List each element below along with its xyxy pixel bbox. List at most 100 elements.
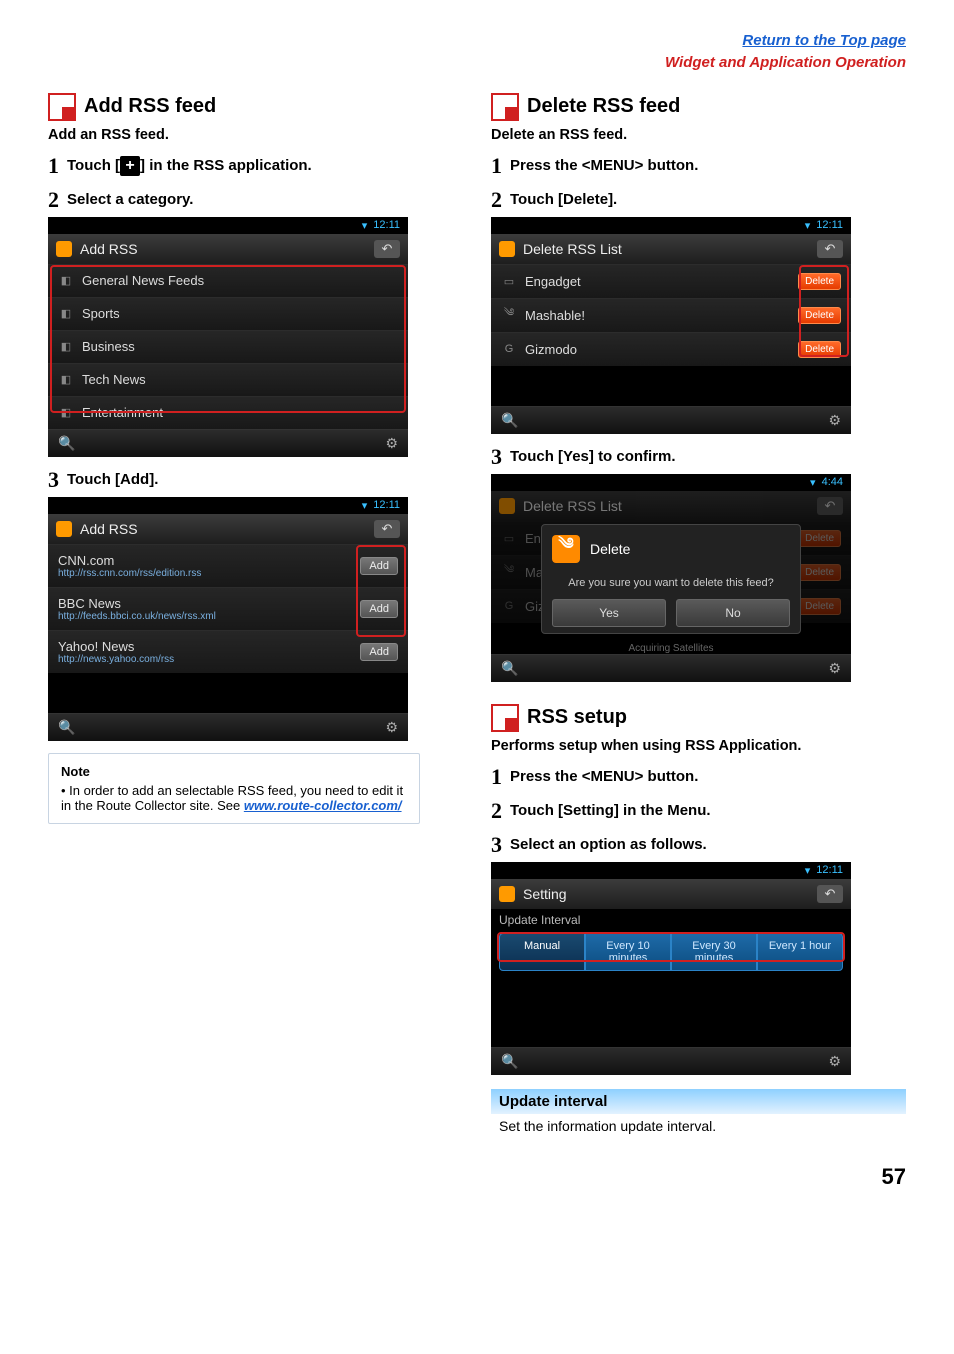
category-icon: ◧ xyxy=(58,273,74,289)
step-number: 1 xyxy=(48,155,59,177)
update-interval-text: Set the information update interval. xyxy=(491,1114,906,1134)
interval-segment[interactable]: Every 1 hour xyxy=(757,933,843,971)
left-column: Add RSS feed Add an RSS feed. 1 Touch [+… xyxy=(48,89,463,1134)
wifi-icon: ▾ xyxy=(805,219,811,232)
list-item[interactable]: ◧ Tech News xyxy=(48,363,408,396)
yes-button[interactable]: Yes xyxy=(552,599,666,627)
device-screenshot: ▾12:11 Add RSS ↶ ◧General News Feeds◧Spo… xyxy=(48,217,408,457)
category-icon: ◧ xyxy=(58,339,74,355)
back-button[interactable]: ↶ xyxy=(374,240,400,258)
list-item[interactable]: ◧ Business xyxy=(48,330,408,363)
step-number: 1 xyxy=(491,155,502,177)
voice-icon[interactable]: 🔍 xyxy=(501,412,518,429)
add-button[interactable]: Add xyxy=(360,643,398,661)
step-number: 1 xyxy=(491,766,502,788)
list-item: G Gizmodo Delete xyxy=(491,332,851,366)
list-item: Yahoo! Newshttp://news.yahoo.com/rssAdd xyxy=(48,630,408,673)
gear-icon[interactable]: ⚙ xyxy=(385,435,398,452)
feed-name: Engadget xyxy=(525,274,790,289)
add-rss-title: Add RSS feed xyxy=(84,95,216,118)
update-interval-label: Update Interval xyxy=(491,909,851,927)
wifi-icon: ▾ xyxy=(810,476,816,489)
list-item[interactable]: ◧Entertainment xyxy=(48,396,408,429)
screen-title: Delete RSS List xyxy=(523,241,817,257)
feed-url: http://rss.cnn.com/rss/edition.rss xyxy=(58,568,352,579)
feed-source-icon: G xyxy=(501,341,517,357)
rss-app-icon xyxy=(499,498,515,514)
rss-app-icon xyxy=(56,521,72,537)
delete-button[interactable]: Delete xyxy=(798,341,841,358)
section-marker-icon xyxy=(491,704,519,732)
gear-icon[interactable]: ⚙ xyxy=(828,660,841,677)
interval-segment[interactable]: Manual xyxy=(499,933,585,971)
gear-icon[interactable]: ⚙ xyxy=(828,1053,841,1070)
clock-text: 12:11 xyxy=(816,864,843,877)
interval-segment[interactable]: Every 10 minutes xyxy=(585,933,671,971)
back-button[interactable]: ↶ xyxy=(374,520,400,538)
add-button[interactable]: Add xyxy=(360,600,398,618)
feed-url: http://feeds.bbci.co.uk/news/rss.xml xyxy=(58,611,352,622)
plus-icon: + xyxy=(120,156,140,176)
add-rss-desc: Add an RSS feed. xyxy=(48,127,463,143)
note-box: Note • In order to add an selectable RSS… xyxy=(48,753,420,824)
list-item: ༄Mashable!Delete xyxy=(491,298,851,332)
voice-icon[interactable]: 🔍 xyxy=(501,1053,518,1070)
list-item-label: General News Feeds xyxy=(82,273,204,288)
rss-setup-title: RSS setup xyxy=(527,706,627,729)
delete-button[interactable]: Delete xyxy=(798,307,841,324)
list-item-label: Business xyxy=(82,339,135,354)
step-number: 2 xyxy=(48,189,59,211)
delete-rss-title: Delete RSS feed xyxy=(527,95,680,118)
feed-name: CNN.com xyxy=(58,553,352,568)
delete-dialog: ༄ Delete Are you sure you want to delete… xyxy=(541,524,801,634)
wifi-icon: ▾ xyxy=(362,499,368,512)
list-item[interactable]: ◧Sports xyxy=(48,297,408,330)
route-collector-link[interactable]: www.route-collector.com/ xyxy=(244,798,402,813)
delete-button: Delete xyxy=(798,564,841,581)
rss-setup-desc: Performs setup when using RSS Applicatio… xyxy=(491,738,906,754)
update-interval-heading: Update interval xyxy=(491,1089,906,1114)
screen-title: Add RSS xyxy=(80,521,374,537)
step-number: 3 xyxy=(491,446,502,468)
page-number: 57 xyxy=(48,1164,906,1190)
return-top-link[interactable]: Return to the Top page xyxy=(742,32,906,49)
dialog-title: Delete xyxy=(590,541,630,557)
device-screenshot: ▾12:11 Setting ↶ Update Interval ManualE… xyxy=(491,862,851,1075)
add-button[interactable]: Add xyxy=(360,557,398,575)
delete-rss-desc: Delete an RSS feed. xyxy=(491,127,906,143)
delete-step-1: Press the <MENU> button. xyxy=(510,157,698,174)
no-button[interactable]: No xyxy=(676,599,790,627)
feed-name: Yahoo! News xyxy=(58,639,352,654)
feed-source-icon: G xyxy=(501,598,517,614)
clock-text: 12:11 xyxy=(816,219,843,232)
category-icon: ◧ xyxy=(58,372,74,388)
note-title: Note xyxy=(61,764,407,779)
gear-icon[interactable]: ⚙ xyxy=(828,412,841,429)
list-item: ▭EngadgetDelete xyxy=(491,264,851,298)
clock-text: 12:11 xyxy=(373,219,400,232)
gear-icon[interactable]: ⚙ xyxy=(385,719,398,736)
section-marker-icon xyxy=(491,93,519,121)
interval-segment[interactable]: Every 30 minutes xyxy=(671,933,757,971)
delete-button[interactable]: Delete xyxy=(798,273,841,290)
device-screenshot: ▾4:44 Delete RSS List ↶ ▭EngaDelete༄MasD… xyxy=(491,474,851,682)
voice-icon[interactable]: 🔍 xyxy=(501,660,518,677)
back-button[interactable]: ↶ xyxy=(817,497,843,515)
dialog-message: Are you sure you want to delete this fee… xyxy=(552,577,790,589)
step-1-text: Touch [+] in the RSS application. xyxy=(67,156,312,176)
delete-step-2: Touch [Delete]. xyxy=(510,191,617,208)
back-button[interactable]: ↶ xyxy=(817,885,843,903)
back-button[interactable]: ↶ xyxy=(817,240,843,258)
header-links: Return to the Top page Widget and Applic… xyxy=(48,30,906,75)
voice-icon[interactable]: 🔍 xyxy=(58,719,75,736)
list-item-label: Tech News xyxy=(82,372,146,387)
setup-step-1: Press the <MENU> button. xyxy=(510,768,698,785)
screen-title: Add RSS xyxy=(80,241,374,257)
voice-icon[interactable]: 🔍 xyxy=(58,435,75,452)
step-number: 3 xyxy=(48,469,59,491)
rss-dialog-icon: ༄ xyxy=(552,535,580,563)
list-item[interactable]: ◧ General News Feeds xyxy=(48,264,408,297)
feed-name: Gizmodo xyxy=(525,342,790,357)
step-3-text: Touch [Add]. xyxy=(67,471,158,488)
section-marker-icon xyxy=(48,93,76,121)
